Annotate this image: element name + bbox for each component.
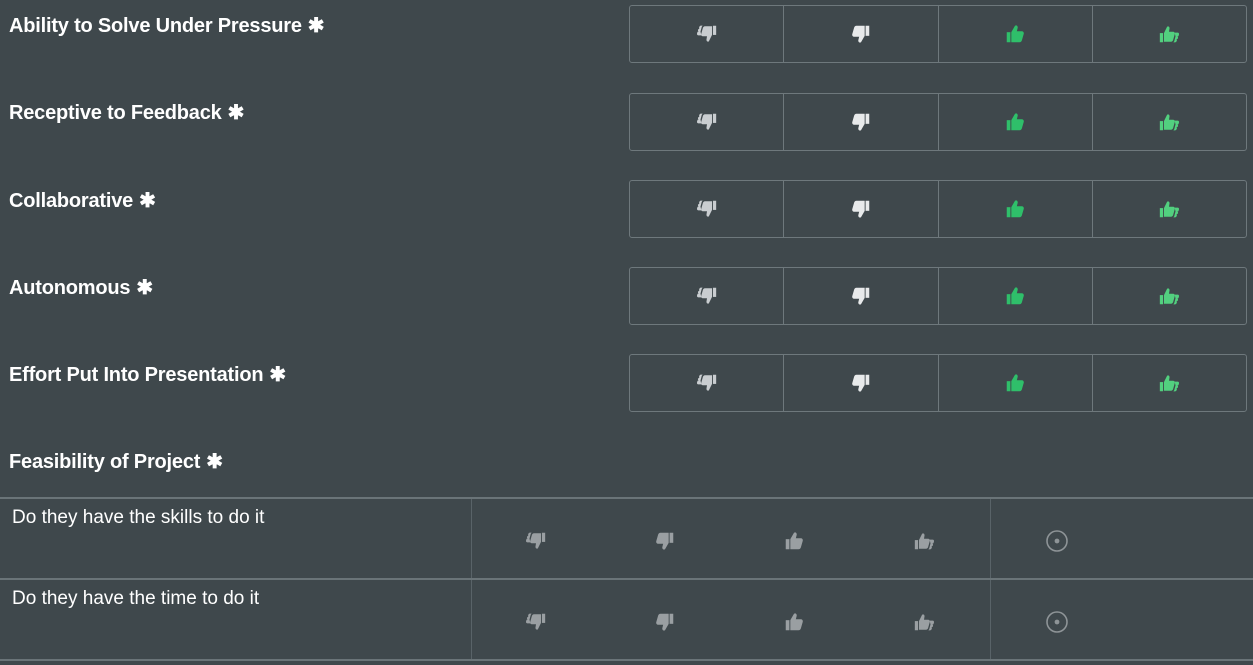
matrix-option-agree[interactable]	[774, 521, 814, 561]
rating-option-strongly-disagree[interactable]	[630, 6, 783, 62]
rating-option-strongly-agree[interactable]	[1091, 94, 1246, 150]
rating-option-disagree[interactable]	[783, 355, 937, 411]
rating-option-strongly-disagree[interactable]	[630, 355, 783, 411]
rating-option-disagree[interactable]	[783, 94, 937, 150]
question-text: Effort Put Into Presentation	[9, 364, 264, 386]
thumbs-up-icon	[1006, 113, 1024, 131]
matrix-option-not-applicable[interactable]	[1037, 602, 1077, 642]
question-text: Feasibility of Project	[9, 451, 201, 473]
matrix-option-strongly-agree[interactable]	[904, 521, 944, 561]
rating-group-collaborative	[629, 180, 1247, 238]
rating-option-agree[interactable]	[937, 268, 1092, 324]
double-thumbs-down-icon	[696, 374, 716, 391]
double-thumbs-up-icon	[1160, 26, 1180, 43]
rating-option-agree[interactable]	[937, 6, 1092, 62]
double-thumbs-down-icon	[525, 532, 546, 549]
thumbs-down-icon	[852, 113, 870, 131]
thumbs-up-icon	[1006, 200, 1024, 218]
question-label-effort-put-into-presentation: Effort Put Into Presentation ✱	[9, 362, 286, 387]
thumbs-up-icon	[1006, 287, 1024, 305]
thumbs-up-icon	[1006, 25, 1024, 43]
matrix-option-not-applicable[interactable]	[1037, 521, 1077, 561]
question-text: Ability to Solve Under Pressure	[9, 15, 302, 37]
matrix-option-strongly-disagree[interactable]	[516, 521, 556, 561]
matrix-title: Feasibility of Project ✱	[9, 449, 223, 474]
matrix-option-agree[interactable]	[774, 602, 814, 642]
question-label-ability-to-solve-under-pressure: Ability to Solve Under Pressure ✱	[9, 13, 325, 38]
double-thumbs-down-icon	[696, 287, 716, 304]
question-label-autonomous: Autonomous ✱	[9, 275, 153, 300]
required-asterisk-icon: ✱	[206, 451, 223, 473]
double-thumbs-up-icon	[914, 614, 935, 631]
matrix-row-skills: Do they have the skills to do it	[0, 499, 1253, 578]
matrix-option-strongly-agree[interactable]	[904, 602, 944, 642]
thumbs-down-icon	[852, 374, 870, 392]
rating-group-receptive-to-feedback	[629, 93, 1247, 151]
thumbs-down-icon	[852, 25, 870, 43]
rating-option-strongly-agree[interactable]	[1091, 6, 1246, 62]
matrix-column-divider	[471, 580, 472, 659]
matrix-row-time: Do they have the time to do it	[0, 580, 1253, 659]
rating-group-autonomous	[629, 267, 1247, 325]
double-thumbs-up-icon	[1160, 288, 1180, 305]
rating-group-effort-put-into-presentation	[629, 354, 1247, 412]
double-thumbs-up-icon	[1160, 114, 1180, 131]
rating-option-agree[interactable]	[937, 94, 1092, 150]
thumbs-up-icon	[785, 532, 803, 550]
matrix-row-label: Do they have the skills to do it	[12, 507, 265, 528]
not-applicable-icon	[1046, 611, 1068, 633]
thumbs-down-icon	[852, 200, 870, 218]
rating-option-agree[interactable]	[937, 355, 1092, 411]
rating-option-disagree[interactable]	[783, 268, 937, 324]
double-thumbs-up-icon	[914, 533, 935, 550]
matrix-option-strongly-disagree[interactable]	[516, 602, 556, 642]
rating-option-strongly-agree[interactable]	[1091, 355, 1246, 411]
required-asterisk-icon: ✱	[139, 190, 156, 212]
thumbs-down-icon	[852, 287, 870, 305]
question-label-collaborative: Collaborative ✱	[9, 188, 156, 213]
thumbs-down-icon	[656, 613, 674, 631]
matrix-option-disagree[interactable]	[645, 521, 685, 561]
thumbs-up-icon	[1006, 374, 1024, 392]
double-thumbs-up-icon	[1160, 201, 1180, 218]
rating-option-disagree[interactable]	[783, 181, 937, 237]
matrix-divider-bottom	[0, 659, 1253, 661]
question-text: Collaborative	[9, 190, 134, 212]
thumbs-down-icon	[656, 532, 674, 550]
double-thumbs-down-icon	[696, 25, 716, 42]
required-asterisk-icon: ✱	[136, 277, 153, 299]
double-thumbs-up-icon	[1160, 375, 1180, 392]
rating-option-strongly-disagree[interactable]	[630, 268, 783, 324]
rating-group-ability-to-solve-under-pressure	[629, 5, 1247, 63]
double-thumbs-down-icon	[696, 113, 716, 130]
matrix-option-disagree[interactable]	[645, 602, 685, 642]
question-label-receptive-to-feedback: Receptive to Feedback ✱	[9, 100, 244, 125]
required-asterisk-icon: ✱	[227, 102, 245, 124]
question-text: Autonomous	[9, 277, 131, 299]
matrix-column-divider	[471, 499, 472, 578]
matrix-column-divider	[990, 499, 991, 578]
rating-option-strongly-disagree[interactable]	[630, 94, 783, 150]
double-thumbs-down-icon	[696, 200, 716, 217]
matrix-row-label: Do they have the time to do it	[12, 588, 260, 609]
rating-option-strongly-agree[interactable]	[1091, 181, 1246, 237]
thumbs-up-icon	[785, 613, 803, 631]
required-asterisk-icon: ✱	[307, 15, 325, 37]
rating-option-agree[interactable]	[937, 181, 1092, 237]
double-thumbs-down-icon	[525, 613, 546, 630]
matrix-column-divider	[990, 580, 991, 659]
rating-option-strongly-disagree[interactable]	[630, 181, 783, 237]
question-text: Receptive to Feedback	[9, 102, 222, 124]
not-applicable-icon	[1046, 530, 1068, 552]
rating-option-strongly-agree[interactable]	[1091, 268, 1246, 324]
rating-option-disagree[interactable]	[783, 6, 937, 62]
required-asterisk-icon: ✱	[269, 364, 286, 386]
